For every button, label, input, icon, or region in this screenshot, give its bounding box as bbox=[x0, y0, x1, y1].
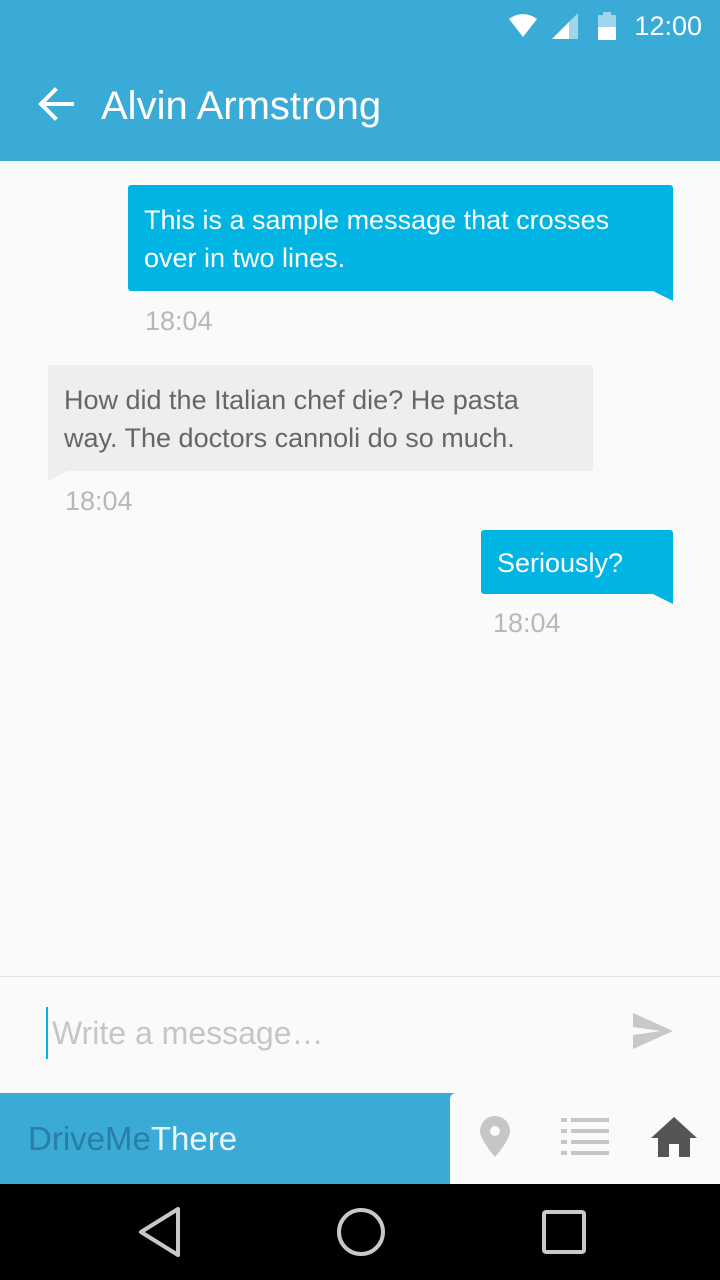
app-bar: Alvin Armstrong bbox=[0, 50, 720, 161]
nav-home-button[interactable] bbox=[646, 1111, 702, 1167]
brand-name-part1: DriveMe bbox=[28, 1120, 151, 1157]
status-time: 12:00 bbox=[634, 11, 702, 41]
system-recents-button[interactable] bbox=[536, 1206, 592, 1262]
system-navigation-bar bbox=[0, 1184, 720, 1280]
bottom-nav bbox=[450, 1093, 720, 1184]
nav-map-button[interactable] bbox=[467, 1111, 523, 1167]
home-circle-icon bbox=[335, 1206, 387, 1263]
message-timestamp: 18:04 bbox=[493, 608, 561, 638]
home-icon bbox=[650, 1116, 698, 1163]
message-timestamp: 18:04 bbox=[65, 486, 133, 516]
message-text: This is a sample message that crosses ov… bbox=[144, 205, 610, 273]
list-icon bbox=[561, 1116, 609, 1163]
back-button[interactable] bbox=[30, 80, 82, 132]
sent-message-bubble[interactable]: Seriously? bbox=[481, 530, 673, 594]
map-pin-icon bbox=[479, 1115, 511, 1163]
cell-signal-icon bbox=[552, 13, 579, 39]
status-bar: 12:00 bbox=[0, 0, 720, 50]
back-triangle-icon bbox=[136, 1206, 184, 1263]
message-text: Seriously? bbox=[497, 548, 624, 578]
received-message-bubble[interactable]: How did the Italian chef die? He pasta w… bbox=[48, 365, 593, 471]
wifi-icon bbox=[508, 13, 538, 39]
send-button[interactable] bbox=[630, 1010, 676, 1056]
system-back-button[interactable] bbox=[132, 1206, 188, 1262]
brand-logo: DriveMeThere bbox=[28, 1093, 237, 1184]
nav-list-button[interactable] bbox=[557, 1111, 613, 1167]
recents-square-icon bbox=[540, 1208, 588, 1261]
sent-message-bubble[interactable]: This is a sample message that crosses ov… bbox=[128, 185, 673, 291]
bottom-app-bar: DriveMeThere bbox=[0, 1093, 720, 1184]
message-composer bbox=[0, 976, 720, 1093]
system-home-button[interactable] bbox=[333, 1206, 389, 1262]
send-icon bbox=[632, 1012, 674, 1055]
brand-name-part2: There bbox=[150, 1120, 238, 1157]
arrow-back-icon bbox=[38, 86, 74, 127]
message-timestamp: 18:04 bbox=[145, 306, 213, 336]
status-icons: 12:00 bbox=[508, 8, 702, 44]
battery-icon bbox=[598, 12, 617, 40]
bubble-tail bbox=[48, 471, 68, 481]
bubble-tail bbox=[653, 291, 673, 301]
bubble-tail bbox=[653, 594, 673, 604]
conversation-title: Alvin Armstrong bbox=[101, 84, 382, 128]
chat-screen: 12:00 Alvin Armstrong This is a sample m… bbox=[0, 0, 720, 1280]
message-text: How did the Italian chef die? He pasta w… bbox=[64, 385, 519, 453]
message-input[interactable] bbox=[46, 1007, 586, 1059]
